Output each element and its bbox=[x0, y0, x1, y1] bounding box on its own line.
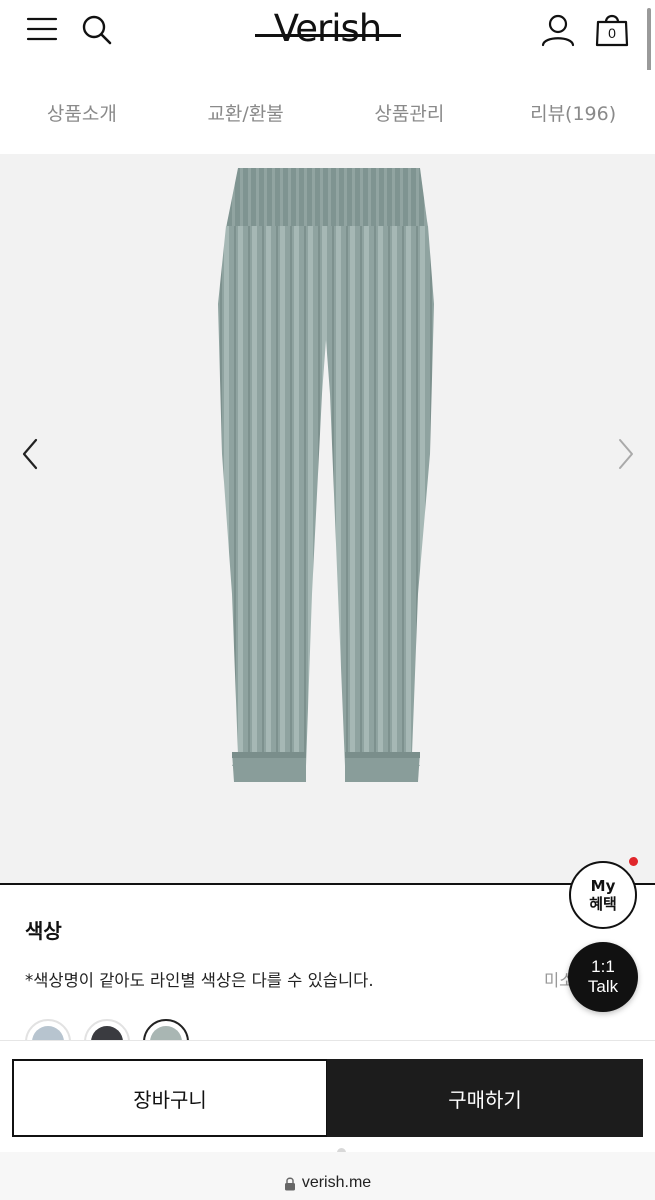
buy-now-button[interactable]: 구매하기 bbox=[327, 1059, 643, 1137]
my-benefits-button[interactable]: My 혜택 bbox=[569, 861, 637, 929]
tab-reviews[interactable]: 리뷰(196) bbox=[491, 70, 655, 154]
my-benefits-line2: 혜택 bbox=[589, 895, 617, 913]
logo-strike-line bbox=[255, 34, 401, 37]
purchase-action-bar: 장바구니 구매하기 bbox=[0, 1040, 655, 1152]
tab-product-care[interactable]: 상품관리 bbox=[328, 70, 492, 154]
user-icon[interactable] bbox=[538, 10, 578, 50]
add-to-cart-button[interactable]: 장바구니 bbox=[12, 1059, 328, 1137]
top-header: Verish 0 bbox=[0, 0, 655, 90]
browser-url-bar[interactable]: verish.me bbox=[0, 1152, 655, 1200]
url-text: verish.me bbox=[301, 1174, 372, 1191]
talk-chat-button[interactable]: 1:1 Talk bbox=[568, 942, 638, 1012]
product-tabs: 상품소개 교환/환불 상품관리 리뷰(196) bbox=[0, 70, 655, 154]
shopping-bag-icon[interactable]: 0 bbox=[592, 10, 632, 50]
chevron-right-icon[interactable] bbox=[610, 436, 640, 472]
color-option-panel: 색상 *색상명이 같아도 라인별 색상은 다를 수 있습니다. 미소 bbox=[0, 885, 655, 1055]
cart-count-badge: 0 bbox=[608, 25, 616, 41]
option-note: *색상명이 같아도 라인별 색상은 다를 수 있습니다. bbox=[25, 971, 374, 990]
tab-product-intro[interactable]: 상품소개 bbox=[0, 70, 164, 154]
my-benefits-line1: My bbox=[590, 877, 616, 895]
product-image-gallery[interactable] bbox=[0, 154, 655, 884]
option-title: 색상 bbox=[25, 919, 62, 943]
chevron-left-icon[interactable] bbox=[16, 436, 46, 472]
tab-exchange-refund[interactable]: 교환/환불 bbox=[164, 70, 328, 154]
talk-line2: Talk bbox=[587, 977, 619, 996]
product-image bbox=[218, 168, 434, 782]
notification-dot bbox=[629, 857, 638, 866]
talk-line1: 1:1 bbox=[591, 957, 615, 976]
lock-icon bbox=[284, 1177, 295, 1190]
